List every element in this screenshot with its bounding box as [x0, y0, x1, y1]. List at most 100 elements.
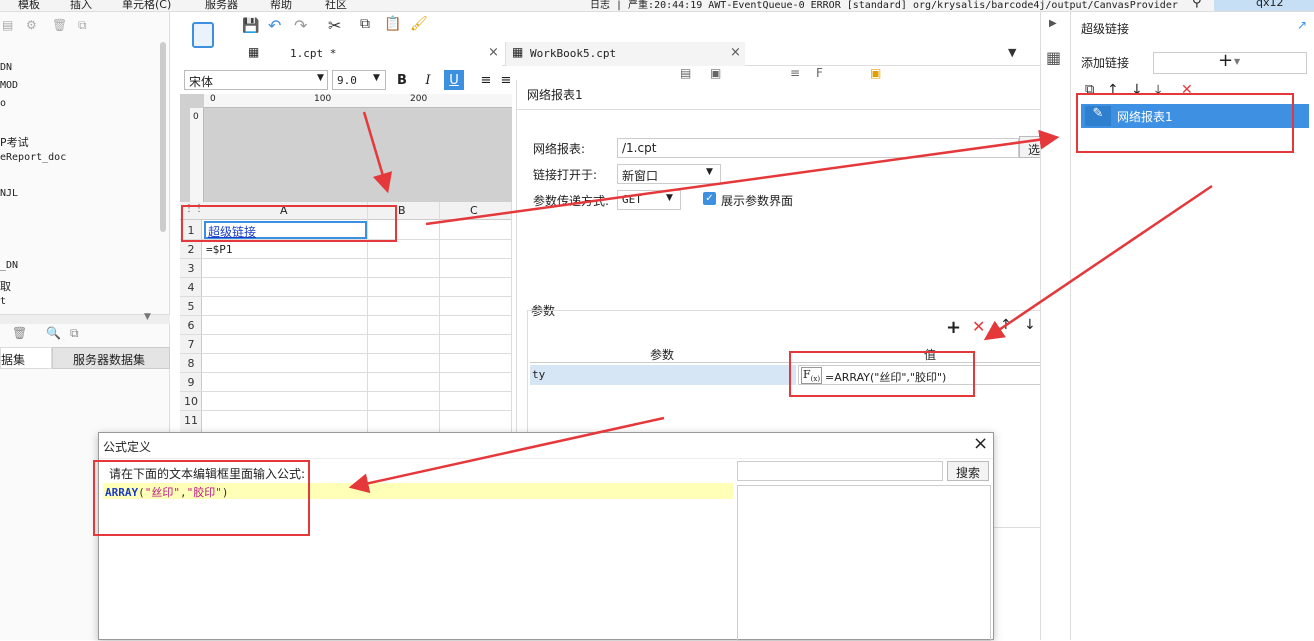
toolbar-icon[interactable]: ▣ — [870, 66, 881, 80]
tab-server-dataset[interactable]: 服务器数据集 — [52, 347, 170, 369]
formula-icon[interactable]: F(x) — [801, 367, 823, 385]
delete-icon[interactable]: ✕ — [1181, 82, 1193, 98]
chevron-down-icon[interactable]: ▼ — [144, 312, 151, 322]
column-header-b[interactable]: B — [398, 204, 406, 217]
down-arrow-icon[interactable]: ↓ — [1024, 317, 1036, 333]
param-name-cell[interactable]: ty — [530, 365, 796, 385]
tree-item[interactable]: P考试 — [0, 134, 160, 152]
row-header[interactable]: 7 — [180, 338, 202, 351]
new-icon[interactable]: ▤ — [2, 18, 13, 32]
hyperlink-list-item[interactable]: ✎ 网络报表1 — [1081, 104, 1309, 128]
show-param-checkbox[interactable]: ✓ — [703, 192, 716, 205]
font-name-select[interactable]: 宋体 ▼ — [184, 70, 328, 90]
copy-icon[interactable]: ⧉ — [1085, 82, 1094, 97]
menu-help[interactable]: 帮助 — [270, 0, 292, 11]
function-search-button[interactable]: 搜索 — [947, 461, 989, 481]
report-input[interactable]: /1.cpt — [617, 138, 1019, 158]
tab-menu-icon[interactable]: ▼ — [1008, 46, 1016, 59]
tab-workbook5[interactable]: ▦ WorkBook5.cpt × — [505, 42, 745, 66]
row-header[interactable]: 10 — [180, 395, 202, 408]
row-header[interactable]: 3 — [180, 262, 202, 275]
copy-icon[interactable]: ⧉ — [78, 18, 87, 33]
layout-icon[interactable]: ▦ — [1046, 48, 1061, 67]
tab-dataset[interactable]: 据集 — [0, 347, 52, 369]
menu-server[interactable]: 服务器 — [205, 0, 238, 11]
align-center-icon[interactable]: ≡ — [496, 70, 516, 90]
close-icon[interactable]: × — [730, 45, 741, 60]
template-icon[interactable] — [192, 22, 214, 48]
left-scrollbar[interactable] — [160, 42, 166, 232]
format-brush-icon[interactable]: 🖌 — [410, 16, 428, 32]
row-header[interactable]: 2 — [180, 243, 202, 256]
paste-icon[interactable]: 📋 — [384, 16, 401, 32]
params-table-row[interactable]: ty F(x) =ARRAY("丝印","胶印") — [530, 365, 1066, 385]
move-bottom-icon[interactable]: ⤓ — [1155, 82, 1161, 98]
close-icon[interactable]: × — [973, 433, 988, 454]
row-header[interactable]: 9 — [180, 376, 202, 389]
add-link-dropdown[interactable]: + ▼ — [1153, 50, 1307, 74]
toolbar-icon[interactable]: ▣ — [710, 66, 721, 80]
cell-a2[interactable]: =$P1 — [206, 243, 233, 256]
tree-item[interactable]: t — [0, 296, 160, 314]
row-header[interactable]: 5 — [180, 300, 202, 313]
gear-icon[interactable]: ⚙ — [26, 18, 37, 32]
search-icon[interactable]: ⚲ — [1192, 0, 1202, 10]
preview-icon[interactable]: 🔍 — [46, 326, 61, 340]
tab-1cpt[interactable]: ▦ 1.cpt * × — [240, 42, 502, 66]
toolbar-icon[interactable]: F — [816, 66, 823, 80]
toolbar-icon[interactable]: ▤ — [680, 66, 691, 80]
function-search-input[interactable] — [737, 461, 943, 481]
bold-icon[interactable]: B — [392, 70, 412, 90]
up-arrow-icon[interactable]: ↑ — [1107, 82, 1119, 98]
row-header[interactable]: 6 — [180, 319, 202, 332]
align-left-icon[interactable]: ≡ — [476, 70, 496, 90]
menu-insert[interactable]: 插入 — [70, 0, 92, 11]
close-icon[interactable]: × — [488, 45, 499, 60]
menu-cell[interactable]: 单元格(C) — [122, 0, 171, 11]
tree-item[interactable]: MOD — [0, 80, 160, 98]
tree-item[interactable] — [0, 116, 160, 134]
row-header[interactable]: 4 — [180, 281, 202, 294]
trash-icon[interactable]: 🗑 — [52, 18, 67, 32]
italic-icon[interactable]: I — [418, 70, 438, 90]
tree-item[interactable]: 取 — [0, 278, 160, 296]
cut-icon[interactable]: ✂ — [328, 16, 341, 35]
user-badge[interactable]: qx12 — [1214, 0, 1314, 11]
tree-item[interactable]: DN — [0, 62, 160, 80]
font-size-select[interactable]: 9.0 ▼ — [332, 70, 386, 90]
select-all-icon[interactable]: ⋮⋮ — [184, 203, 204, 214]
row-header[interactable]: 11 — [180, 414, 202, 427]
tree-item[interactable] — [0, 170, 160, 188]
column-header-a[interactable]: A — [280, 204, 288, 217]
open-in-select[interactable]: 新窗口 ▼ — [617, 164, 721, 184]
tree-item[interactable] — [0, 242, 160, 260]
undo-icon[interactable]: ↶ — [268, 16, 281, 35]
underline-icon[interactable]: U — [444, 70, 464, 90]
down-arrow-icon[interactable]: ↓ — [1131, 82, 1143, 98]
row-header[interactable]: 1 — [180, 224, 202, 237]
trash-icon[interactable]: 🗑 — [12, 326, 27, 340]
save-icon[interactable]: 💾 — [242, 18, 259, 34]
left-divider[interactable]: ▼ — [0, 312, 170, 324]
formula-editor[interactable]: ARRAY("丝印","胶印") — [103, 483, 733, 639]
param-method-select[interactable]: GET ▼ — [617, 190, 681, 210]
column-header-c[interactable]: C — [470, 204, 478, 217]
copy-icon[interactable]: ⧉ — [360, 16, 370, 32]
function-list[interactable] — [737, 485, 991, 641]
tree-item[interactable]: _DN — [0, 260, 160, 278]
chevron-right-icon[interactable]: ▶ — [1049, 18, 1057, 29]
row-header[interactable]: 8 — [180, 357, 202, 370]
tree-item[interactable]: o — [0, 98, 160, 116]
tree-item[interactable] — [0, 224, 160, 242]
up-arrow-icon[interactable]: ↑ — [1000, 317, 1012, 333]
toolbar-icon[interactable]: ≡ — [790, 66, 800, 80]
param-value-cell[interactable]: F(x) =ARRAY("丝印","胶印") — [798, 365, 1066, 385]
tree-item[interactable] — [0, 206, 160, 224]
cell-a1[interactable]: 超级链接 — [204, 221, 367, 239]
delete-icon[interactable]: ✕ — [972, 317, 985, 336]
expand-icon[interactable]: ↗ — [1297, 18, 1307, 32]
copy-icon[interactable]: ⧉ — [70, 326, 79, 341]
tree-item[interactable]: eReport_doc — [0, 152, 160, 170]
menu-community[interactable]: 社区 — [325, 0, 347, 11]
add-icon[interactable]: + — [946, 317, 961, 338]
